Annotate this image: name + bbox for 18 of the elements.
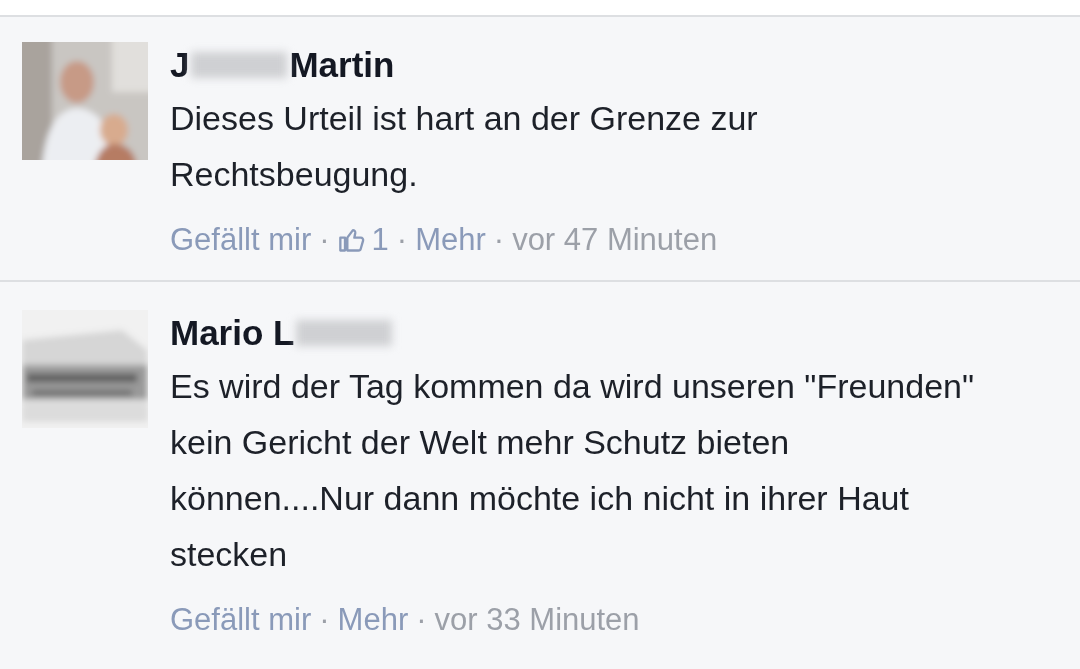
comment-text: Dieses Urteil ist hart an der Grenze zur Rechtsbeugung. xyxy=(170,98,759,195)
separator-dot: · xyxy=(319,221,330,259)
timestamp: vor 47 Minuten xyxy=(512,221,718,259)
like-count[interactable]: 1 xyxy=(371,220,389,260)
author-name[interactable]: Martin xyxy=(289,42,395,88)
separator-dot: · xyxy=(319,601,330,639)
comment-text: Es wird der Tag kommen da wird unseren "Freunden" kein Gericht der Welt mehr Schutz bieten können....Nur dann möchte ich nicht in ihrer Haut stecken xyxy=(170,366,975,575)
timestamp: vor 33 Minuten xyxy=(434,601,640,639)
comment-action-link[interactable]: Gefällt mir xyxy=(170,220,312,260)
author-name[interactable]: J xyxy=(170,42,190,88)
comment-action-link[interactable]: Mehr xyxy=(415,220,486,260)
separator-dot: · xyxy=(493,221,505,259)
comment-action-link[interactable]: Mehr xyxy=(337,600,409,640)
comment-action-link[interactable]: Gefällt mir xyxy=(170,600,312,640)
thumbs-up-icon xyxy=(337,226,366,254)
author-name[interactable]: Mario L xyxy=(170,310,295,356)
separator-dot: · xyxy=(396,221,408,259)
separator-dot: · xyxy=(416,601,427,639)
